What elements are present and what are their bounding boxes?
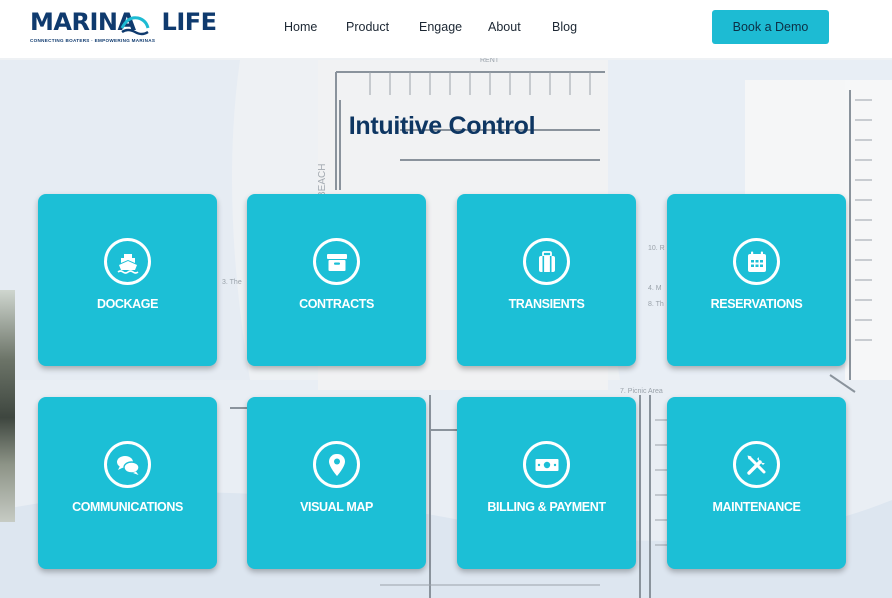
map-label-th: 8. Th xyxy=(648,301,664,308)
feature-label: TRANSIENTS xyxy=(508,297,585,311)
chat-bubbles-icon xyxy=(104,441,151,488)
feature-tile-transients[interactable]: TRANSIENTS xyxy=(457,194,636,366)
feature-tile-maintenance[interactable]: MAINTENANCE xyxy=(667,397,846,569)
tools-icon xyxy=(733,441,780,488)
nav-blog[interactable]: Blog xyxy=(552,20,577,34)
map-label-beach: BEACH xyxy=(317,164,328,198)
feature-label: MAINTENANCE xyxy=(712,500,801,514)
nav-product[interactable]: Product xyxy=(346,20,389,34)
nav-about[interactable]: About xyxy=(488,20,521,34)
section-title: Intuitive Control xyxy=(348,112,536,140)
logo-tagline: CONNECTING BOATERS · EMPOWERING MARINAS xyxy=(30,38,156,43)
logo-name-part2: LIFE xyxy=(161,8,218,36)
map-label-m: 4. M xyxy=(648,285,662,292)
feature-label: DOCKAGE xyxy=(96,297,159,311)
feature-tile-contracts[interactable]: CONTRACTS xyxy=(247,194,426,366)
archive-box-icon xyxy=(313,238,360,285)
feature-tile-visual-map[interactable]: VISUAL MAP xyxy=(247,397,426,569)
site-header: MARINA LIFE CONNECTING BOATERS · EMPOWERI… xyxy=(0,0,892,58)
map-label-picnic: 7. Picnic Area xyxy=(620,388,663,395)
money-bill-icon xyxy=(523,441,570,488)
map-label-rent: RENT xyxy=(480,57,500,64)
feature-label: BILLING & PAYMENT xyxy=(487,500,606,514)
ship-icon xyxy=(104,238,151,285)
feature-label: CONTRACTS xyxy=(299,297,374,311)
marinalife-logo[interactable]: MARINA LIFE CONNECTING BOATERS · EMPOWERI… xyxy=(30,8,217,46)
feature-tile-dockage[interactable]: DOCKAGE xyxy=(38,194,217,366)
suitcase-icon xyxy=(523,238,570,285)
marina-photo xyxy=(0,290,15,522)
feature-tile-communications[interactable]: COMMUNICATIONS xyxy=(38,397,217,569)
feature-tile-billing-payment[interactable]: BILLING & PAYMENT xyxy=(457,397,636,569)
map-label-r: 10. R xyxy=(648,245,665,252)
nav-home[interactable]: Home xyxy=(284,20,317,34)
book-demo-button[interactable]: Book a Demo xyxy=(712,10,829,44)
nav-engage[interactable]: Engage xyxy=(419,20,462,34)
feature-label: VISUAL MAP xyxy=(300,500,373,514)
feature-label: RESERVATIONS xyxy=(710,297,803,311)
feature-label: COMMUNICATIONS xyxy=(72,500,183,514)
feature-tile-reservations[interactable]: RESERVATIONS xyxy=(667,194,846,366)
map-label-the: 3. The xyxy=(222,279,242,286)
wave-boat-icon xyxy=(120,16,150,36)
map-pin-icon xyxy=(313,441,360,488)
calendar-icon xyxy=(733,238,780,285)
